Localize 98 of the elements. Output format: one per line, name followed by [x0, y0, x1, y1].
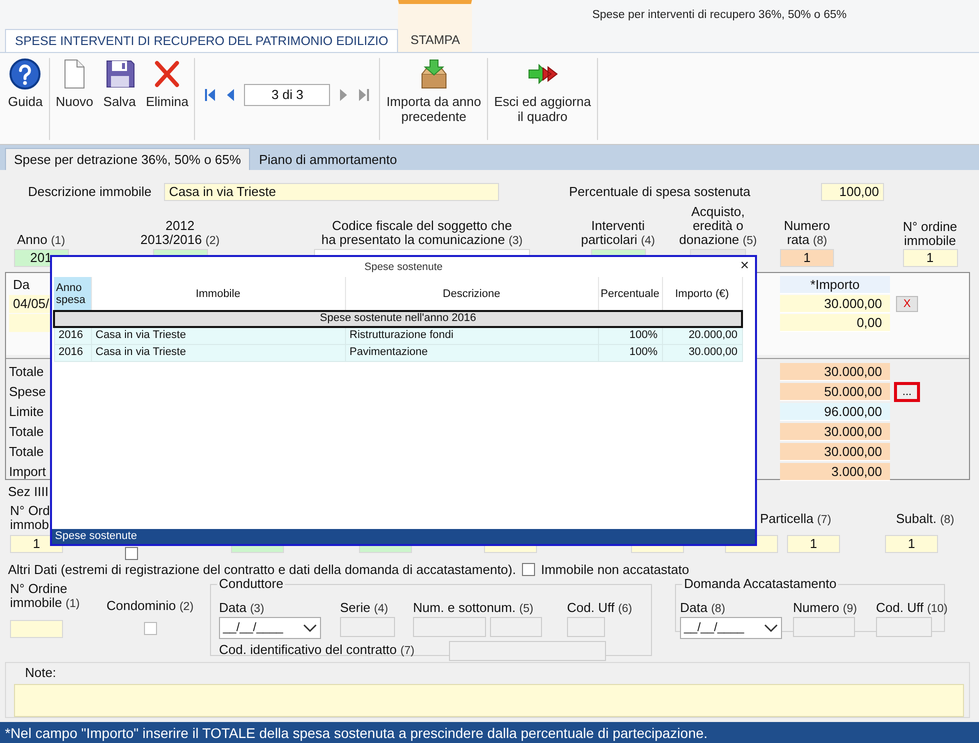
section-label: Altri Dati (estremi di registrazione del contratto e dati della domanda di accatastamento).	[8, 562, 516, 576]
delete-row-button[interactable]: X	[896, 296, 918, 312]
date-dropdown[interactable]: __/__/____	[680, 616, 782, 639]
help-icon	[9, 58, 42, 90]
field-label: Num. e sottonum. (5)	[413, 600, 534, 616]
row-label: Totale	[8, 364, 45, 380]
column-label: Interventi particolari (4)	[580, 219, 656, 248]
form-tab[interactable]: Spese per detrazione 36%, 50% o 65%	[5, 148, 250, 170]
input-field[interactable]	[793, 616, 855, 637]
table-cell: Pavimentazione	[345, 344, 598, 361]
input-field[interactable]: Casa in via Trieste	[164, 183, 499, 201]
table-cell: 2016	[54, 344, 91, 361]
input-field[interactable]: 1	[885, 535, 938, 553]
column-header[interactable]: Anno spesa	[54, 277, 91, 311]
field-label: Serie (4)	[340, 600, 390, 616]
input-field[interactable]	[449, 640, 606, 661]
import-button[interactable]: Importa da anno precedente	[383, 58, 484, 125]
table-cell: 2016	[54, 327, 91, 344]
save-button[interactable]: Salva	[100, 58, 139, 110]
help-button[interactable]: Guida	[5, 58, 46, 110]
input-field[interactable]	[876, 616, 932, 637]
value-field: 96.000,00	[780, 403, 890, 421]
table-cell: 100%	[598, 327, 662, 344]
input-field[interactable]	[413, 616, 486, 637]
field-label: Percentuale di spesa sostenuta	[569, 185, 752, 199]
value-field: 50.000,00	[780, 383, 890, 401]
row-label: Totale	[8, 444, 45, 460]
chevron-down-icon	[764, 622, 778, 633]
date-dropdown[interactable]: __/__/____	[219, 616, 321, 639]
checkbox[interactable]	[522, 563, 535, 576]
row-label: Spese	[8, 384, 47, 400]
exit-button[interactable]: Esci ed aggiorna il quadro	[491, 58, 594, 125]
value-field: 30.000,00	[780, 423, 890, 441]
field-label: Numero (9)	[793, 600, 858, 616]
column-label: Acquisto, eredità o donazione (5)	[679, 205, 757, 248]
group-label: Conduttore	[217, 576, 286, 591]
more-button[interactable]: ...	[894, 382, 920, 402]
input-field[interactable]	[490, 616, 542, 637]
column-label: N° Ord immob	[10, 504, 51, 532]
row-label: Import	[8, 464, 47, 480]
table-cell: 100%	[598, 344, 662, 361]
column-label: Particella (7)	[760, 512, 832, 528]
field-label: Data (3)	[219, 600, 266, 616]
group-header: Spese sostenute nell'anno 2016	[54, 311, 742, 327]
value-field: 30.000,00	[780, 443, 890, 461]
column-label: Subalt. (8)	[896, 512, 956, 528]
field-label: Condominio (2)	[106, 599, 194, 614]
input-field[interactable]	[567, 616, 605, 637]
section-label: Sez IIII	[8, 484, 50, 500]
input-field[interactable]: 100,00	[821, 183, 884, 201]
column-label: Anno (1)	[16, 233, 66, 248]
input-field[interactable]: 1	[780, 249, 834, 267]
form-tab[interactable]: Piano di ammortamento	[250, 148, 406, 170]
column-label: Codice fiscale del soggetto che ha presentato la comunicazione (3)	[321, 219, 523, 248]
field-label: Cod. Uff (6)	[567, 600, 634, 616]
table-cell: 30.000,00	[662, 344, 742, 361]
input-field[interactable]: 0,00	[780, 314, 890, 332]
status-bar: *Nel campo "Importo" inserire il TOTALE della spesa sostenuta a prescindere dalla percentuale di partecipazione.	[0, 722, 979, 743]
checkbox[interactable]	[125, 547, 138, 560]
input-field[interactable]	[10, 620, 63, 638]
last-page-icon[interactable]	[358, 88, 370, 102]
page-field[interactable]: 3 di 3	[244, 84, 330, 106]
delete-button[interactable]: Elimina	[142, 58, 192, 110]
column-label: 2012 2013/2016 (2)	[140, 219, 220, 248]
table-cell: Casa in via Trieste	[91, 344, 345, 361]
checkbox-label: Immobile non accatastato	[540, 562, 690, 576]
dialog-title: Spese sostenute	[364, 260, 443, 274]
group-label: Domanda Accatastamento	[682, 576, 838, 591]
field-label: Descrizione immobile	[27, 185, 153, 199]
ribbon-tab[interactable]: SPESE INTERVENTI DI RECUPERO DEL PATRIMONIO EDILIZIO	[5, 29, 398, 52]
column-label: N° ordine immobile	[902, 220, 958, 248]
checkbox[interactable]	[144, 622, 156, 635]
table-cell: Casa in via Trieste	[91, 327, 345, 344]
field-label: Cod. identificativo del contratto (7)	[219, 643, 416, 658]
row-label: Totale	[8, 424, 45, 440]
input-field[interactable]: 1	[902, 249, 958, 267]
table-cell: Ristrutturazione fondi	[345, 327, 598, 344]
window-title: Spese per interventi di recupero 36%, 50% o 65%	[592, 9, 847, 23]
value-field: 3.000,00	[780, 463, 890, 481]
new-button[interactable]: Nuovo	[52, 58, 96, 110]
field-label: Note:	[25, 665, 56, 680]
column-header: *Importo	[780, 276, 890, 294]
first-page-icon[interactable]	[204, 88, 216, 102]
dialog-status-bar: Spese sostenute	[52, 529, 755, 544]
column-label: Numero rata (8)	[784, 219, 830, 248]
row-label: Limite	[8, 404, 45, 420]
field-label: N° Ordine immobile (1)	[10, 582, 81, 611]
field-label: Cod. Uff (10)	[876, 600, 948, 616]
field-label: Data (8)	[680, 600, 726, 616]
input-field[interactable]	[340, 616, 395, 637]
ribbon-tab[interactable]: STAMPA	[398, 0, 472, 52]
value-field: 30.000,00	[780, 363, 890, 381]
chevron-down-icon	[303, 622, 317, 633]
table-cell: 20.000,00	[662, 327, 742, 344]
input-field[interactable]: 1	[787, 535, 840, 553]
notes-field[interactable]	[14, 684, 964, 717]
input-field[interactable]: 30.000,00	[780, 294, 890, 312]
close-button[interactable]: ×	[738, 258, 751, 274]
